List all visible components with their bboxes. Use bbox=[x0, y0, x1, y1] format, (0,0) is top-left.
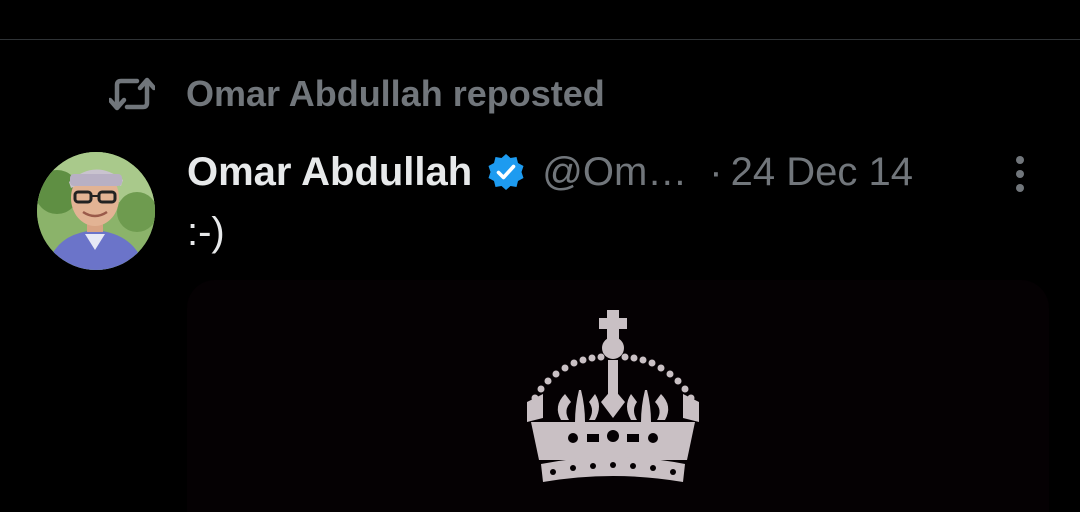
user-handle[interactable]: @Om… bbox=[542, 150, 687, 195]
repost-action-icon[interactable] bbox=[560, 0, 584, 6]
repost-label[interactable]: Omar Abdullah reposted bbox=[186, 73, 605, 115]
tweet-text: :-) bbox=[187, 210, 225, 254]
verified-badge-icon[interactable] bbox=[486, 152, 526, 192]
post-date[interactable]: 24 Dec 14 bbox=[731, 150, 913, 195]
more-options-icon[interactable] bbox=[1002, 150, 1038, 198]
share-icon[interactable] bbox=[1000, 0, 1024, 6]
tweet-media-image[interactable] bbox=[187, 280, 1049, 512]
action-bar bbox=[0, 0, 1080, 40]
reply-icon[interactable] bbox=[196, 0, 220, 6]
display-name[interactable]: Omar Abdullah bbox=[187, 150, 472, 195]
repost-context[interactable]: Omar Abdullah reposted bbox=[108, 72, 605, 116]
crown-icon bbox=[527, 310, 699, 482]
bookmark-icon[interactable] bbox=[898, 0, 922, 6]
avatar[interactable] bbox=[37, 152, 155, 270]
views-icon[interactable] bbox=[724, 0, 748, 6]
tweet-header: Omar Abdullah @Om… · 24 Dec 14 bbox=[187, 146, 1047, 198]
separator-dot: · bbox=[709, 149, 723, 194]
repost-icon bbox=[108, 72, 156, 116]
